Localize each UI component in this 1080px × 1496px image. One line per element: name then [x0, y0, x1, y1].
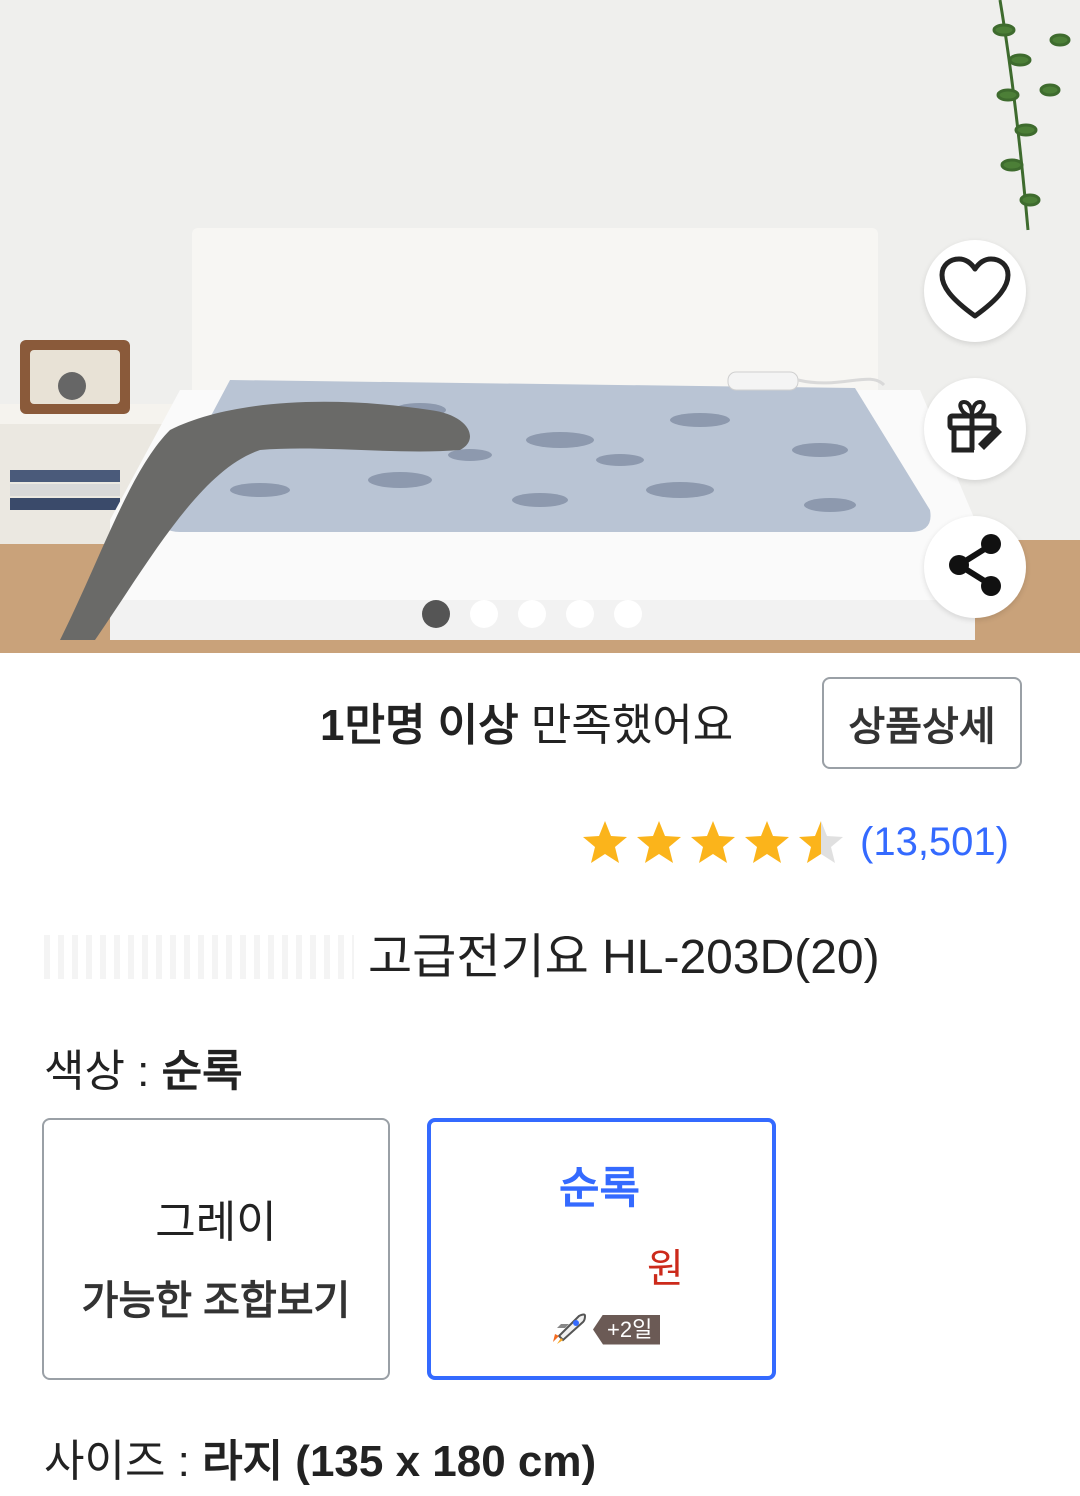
gift-icon	[944, 396, 1006, 463]
color-option-name: 그레이	[155, 1198, 277, 1247]
size-selected-value: 라지 (135 x 180 cm)	[202, 1437, 597, 1486]
carousel-dot-4[interactable]	[566, 600, 594, 628]
carousel-indicator	[422, 600, 642, 628]
gift-button[interactable]	[924, 378, 1026, 480]
product-detail-button[interactable]: 상품상세	[822, 677, 1022, 769]
available-combinations-link[interactable]: 가능한 조합보기	[44, 1268, 388, 1326]
carousel-dot-2[interactable]	[470, 600, 498, 628]
delivery-days-badge: +2일	[593, 1314, 661, 1345]
color-option-label: 색상 : 순록	[44, 1044, 243, 1100]
satisfaction-text: 만족했어요	[530, 701, 734, 750]
share-icon	[945, 533, 1005, 602]
color-option-name: 순록	[559, 1164, 640, 1213]
star-icon	[691, 821, 735, 863]
share-button[interactable]	[924, 516, 1026, 618]
option-price-unit: 원	[647, 1247, 684, 1291]
product-photo	[0, 0, 1080, 653]
delivery-info: +2일	[549, 1310, 661, 1349]
color-label-prefix: 색상 :	[44, 1047, 162, 1096]
carousel-dot-5[interactable]	[614, 600, 642, 628]
wishlist-button[interactable]	[924, 240, 1026, 342]
brand-name-obscured	[44, 935, 354, 979]
satisfaction-count: 1만명 이상	[320, 701, 519, 750]
rating-row[interactable]: (13,501)	[580, 818, 1009, 866]
product-title: 고급전기요 HL-203D(20)	[368, 931, 880, 984]
carousel-dot-1[interactable]	[422, 600, 450, 628]
star-rating	[580, 818, 846, 866]
rocket-icon	[549, 1310, 589, 1349]
star-icon	[637, 821, 681, 863]
star-icon	[583, 821, 627, 863]
color-selected-value: 순록	[161, 1047, 243, 1096]
color-option-reindeer-selected[interactable]: 순록 원 +2일	[427, 1118, 776, 1380]
carousel-dot-3[interactable]	[518, 600, 546, 628]
heart-icon	[938, 256, 1012, 327]
size-option-label: 사이즈 : 라지 (135 x 180 cm)	[44, 1434, 596, 1490]
satisfaction-message: 1만명 이상 만족했어요	[320, 698, 733, 754]
color-option-gray[interactable]: 그레이 가능한 조합보기	[42, 1118, 390, 1380]
review-count-link[interactable]: (13,501)	[860, 820, 1009, 865]
star-icon	[745, 821, 789, 863]
star-icon	[799, 821, 843, 863]
size-label-prefix: 사이즈 :	[44, 1437, 203, 1486]
product-image[interactable]	[0, 0, 1080, 653]
